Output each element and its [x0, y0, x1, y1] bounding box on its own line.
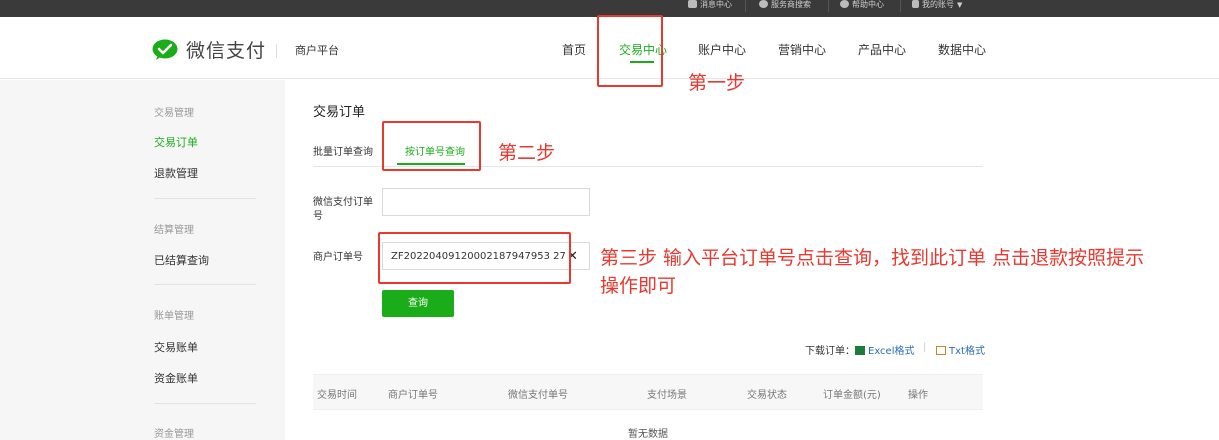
divider — [276, 44, 277, 58]
logo-text: 微信支付 — [186, 40, 267, 62]
wechat-order-label: 微信支付订单号 — [313, 197, 373, 222]
column-header: 商户订单号 — [388, 390, 438, 401]
sidebar-item-trade-bill[interactable]: 交易账单 — [154, 339, 198, 355]
annotation-box-step3 — [378, 232, 571, 284]
help-icon — [840, 0, 849, 8]
sidebar-group-trade: 交易管理 — [154, 108, 194, 119]
column-header: 微信支付单号 — [508, 390, 568, 401]
annotation-step3-line1: 第三步 输入平台订单号点击查询，找到此订单 点击退款按照提示 — [600, 247, 1145, 269]
sidebar-group-bills: 账单管理 — [154, 311, 194, 322]
sidebar-item-settled[interactable]: 已结算查询 — [154, 252, 209, 268]
annotation-step3-line2: 操作即可 — [600, 275, 677, 297]
column-header: 操作 — [908, 390, 928, 401]
sidebar-item-refund[interactable]: 退款管理 — [154, 165, 198, 181]
topbar-messages-label: 消息中心 — [700, 0, 732, 9]
annotation-step1: 第一步 — [688, 72, 746, 94]
mail-icon — [688, 0, 697, 8]
topbar-provider-search-label: 服务商搜索 — [771, 0, 811, 9]
query-button[interactable]: 查询 — [382, 290, 454, 317]
chevron-down-icon: ▼ — [957, 1, 963, 9]
sidebar-divider — [154, 198, 256, 199]
txt-file-icon — [936, 346, 946, 355]
sidebar-divider — [154, 403, 256, 404]
download-separator: | — [923, 342, 927, 353]
download-label: 下载订单： — [805, 346, 855, 357]
tab-batch-query[interactable]: 批量订单查询 — [313, 143, 373, 158]
nav-marketing-center[interactable]: 营销中心 — [778, 41, 826, 58]
annotation-step2: 第二步 — [498, 142, 556, 164]
merchant-order-label: 商户订单号 — [313, 252, 363, 263]
column-header: 支付场景 — [647, 390, 687, 401]
annotation-box-step1 — [597, 15, 663, 87]
column-header: 交易状态 — [747, 390, 787, 401]
nav-account-center[interactable]: 账户中心 — [698, 41, 746, 58]
orders-table-header: 交易时间 商户订单号 微信支付单号 支付场景 交易状态 订单金额(元) 操作 — [313, 374, 983, 410]
nav-product-center[interactable]: 产品中心 — [858, 41, 906, 58]
nav-home[interactable]: 首页 — [562, 41, 586, 58]
topbar-messages[interactable]: 消息中心 — [688, 0, 732, 17]
divider — [828, 0, 829, 12]
sidebar-item-orders[interactable]: 交易订单 — [154, 134, 198, 150]
divider — [900, 0, 901, 12]
topbar-provider-search[interactable]: 服务商搜索 — [759, 0, 811, 17]
download-txt-label: Txt格式 — [949, 346, 985, 357]
page-title: 交易订单 — [313, 105, 366, 120]
sidebar-group-settlement: 结算管理 — [154, 225, 194, 236]
download-txt-link[interactable]: Txt格式 — [936, 342, 985, 357]
sidebar-divider — [154, 284, 256, 285]
nav-data-center[interactable]: 数据中心 — [938, 41, 986, 58]
user-icon — [912, 0, 919, 8]
sidebar-group-funds: 资金管理 — [154, 429, 194, 440]
search-circle-icon — [759, 0, 768, 8]
annotation-box-step2 — [382, 121, 481, 171]
topbar-help[interactable]: 帮助中心 — [840, 0, 884, 17]
platform-name: 商户平台 — [295, 44, 339, 57]
excel-icon — [855, 346, 865, 355]
sidebar: 交易管理 交易订单 退款管理 结算管理 已结算查询 账单管理 交易账单 资金账单… — [0, 80, 285, 440]
wechat-order-input[interactable] — [382, 188, 590, 216]
download-excel-label: Excel格式 — [868, 346, 915, 357]
download-excel-link[interactable]: Excel格式 — [855, 342, 915, 357]
wechat-pay-logo-icon[interactable] — [152, 39, 180, 61]
topbar-help-label: 帮助中心 — [852, 0, 884, 9]
column-header: 交易时间 — [317, 390, 357, 401]
topbar-account-label: 我的账号 — [922, 0, 954, 9]
divider — [745, 0, 746, 12]
column-header: 订单金额(元) — [823, 390, 881, 401]
topbar-account[interactable]: 我的账号 ▼ — [912, 0, 962, 17]
sidebar-item-fund-bill[interactable]: 资金账单 — [154, 370, 198, 386]
empty-state-text: 暂无数据 — [628, 429, 668, 440]
